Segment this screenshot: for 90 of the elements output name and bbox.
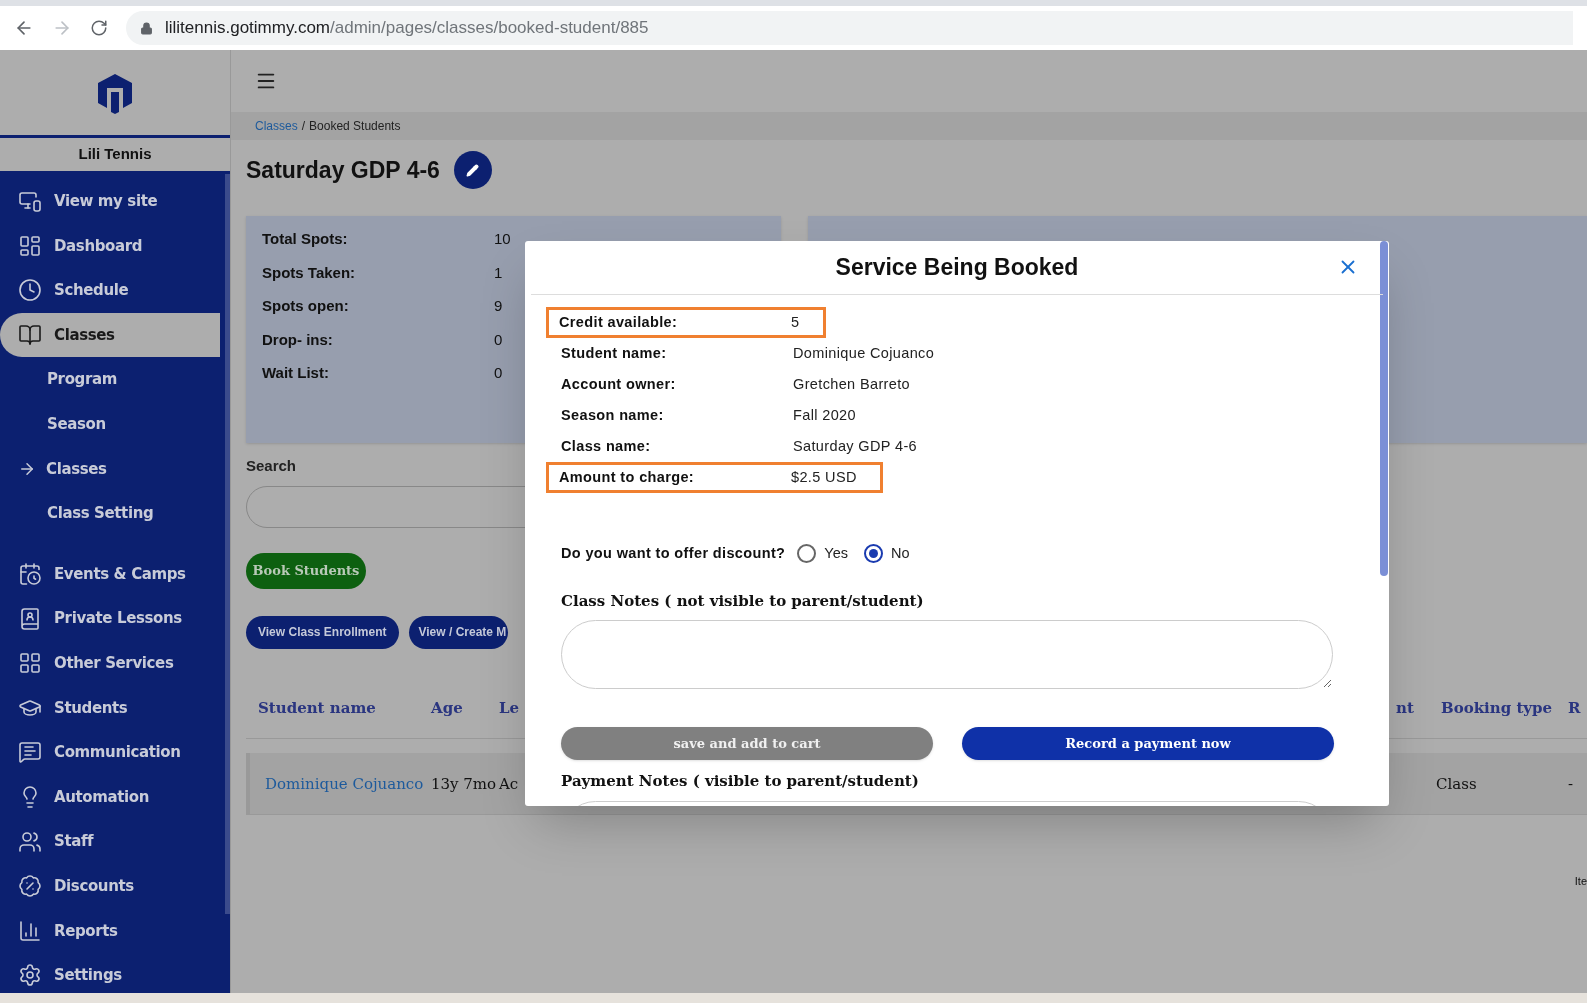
detail-label: Credit available:: [559, 312, 679, 332]
logo-icon: [95, 71, 135, 114]
view-button[interactable]: View Class Enrollment: [246, 615, 399, 649]
sidebar-item[interactable]: Dashboard: [0, 223, 225, 269]
calendar-icon: [18, 562, 42, 587]
people-icon: [18, 829, 42, 854]
clock-icon: [18, 278, 42, 303]
scrollbar[interactable]: [1380, 241, 1388, 576]
modal-title: Service Being Booked: [835, 253, 1079, 283]
detail-value: Fall 2020: [793, 405, 856, 425]
radio-button[interactable]: [864, 544, 883, 564]
sidebar-item[interactable]: Automation: [0, 774, 225, 820]
stat-label: Spots open:: [262, 296, 350, 316]
column-header: Le: [499, 697, 520, 719]
detail-value: Saturday GDP 4-6: [793, 436, 917, 456]
stat-value: 0: [494, 363, 503, 383]
detail-label: Class name:: [561, 436, 652, 456]
radio-button[interactable]: [797, 544, 817, 564]
detail-value: $2.5 USD: [791, 467, 857, 487]
chat-icon: [18, 740, 42, 765]
sidebar-item[interactable]: Classes: [0, 446, 225, 492]
sidebar-item[interactable]: Students: [0, 685, 225, 731]
stat-value: 1: [494, 262, 503, 283]
lock-icon: [140, 21, 153, 35]
pagination-text: Ite: [1574, 873, 1587, 889]
detail-value: Dominique Cojuanco: [793, 343, 935, 363]
stat-value: 10: [494, 229, 511, 249]
sidebar-item[interactable]: Schedule: [0, 268, 225, 313]
payment-notes-label: Payment Notes ( visible to parent/student): [560, 771, 920, 793]
book-icon: [18, 606, 42, 631]
view-button[interactable]: View / Create M: [408, 615, 509, 649]
sidebar-item[interactable]: Program: [0, 357, 225, 402]
scrollbar[interactable]: [225, 174, 230, 914]
settings-icon: [18, 963, 42, 988]
sidebar-item[interactable]: Events & Camps: [0, 551, 225, 597]
column-header: Student name: [258, 697, 376, 719]
grid-icon: [18, 651, 42, 676]
url-text: lilitennis.gotimmy.com/admin/pages/classes/booked-student/885: [165, 17, 649, 40]
column-header: nt: [1396, 697, 1414, 719]
detail-value: 5: [791, 312, 800, 332]
pencil-icon: [466, 163, 480, 177]
sidebar-item[interactable]: Class Setting: [0, 491, 225, 536]
reload-icon[interactable]: [90, 19, 108, 37]
address-bar[interactable]: lilitennis.gotimmy.com/admin/pages/classes/booked-student/885: [126, 11, 1573, 45]
search-label: Search: [246, 456, 297, 476]
dashboard-icon: [18, 233, 42, 258]
sidebar-item[interactable]: Reports: [0, 908, 225, 954]
detail-label: Amount to charge:: [559, 467, 696, 487]
class-notes-field[interactable]: [561, 620, 1333, 690]
radio-option[interactable]: Yes: [797, 543, 848, 565]
table-cell-text: -: [1568, 773, 1574, 795]
sidebar-item[interactable]: Other Services: [0, 640, 225, 686]
radio-option[interactable]: No: [864, 543, 910, 565]
detail-label: Account owner:: [561, 374, 677, 394]
table-cell-text: 13y 7mo: [431, 773, 497, 795]
sidebar-item[interactable]: Discounts: [0, 863, 225, 909]
table-cell-text: Ac: [499, 773, 519, 795]
page-title: Saturday GDP 4-6: [246, 155, 440, 185]
sidebar-item[interactable]: Staff: [0, 819, 225, 864]
stat-value: 0: [494, 329, 503, 350]
stat-label: Drop- ins:: [262, 329, 334, 350]
sidebar-item[interactable]: Classes: [0, 312, 220, 358]
stat-label: Total Spots:: [262, 229, 349, 249]
detail-label: Season name:: [561, 405, 665, 425]
column-header: R: [1568, 697, 1581, 719]
discount-question: Do you want to offer discount?: [561, 544, 786, 563]
stat-label: Spots Taken:: [262, 262, 357, 283]
breadcrumb-current: Booked Students: [309, 118, 401, 135]
stat-label: Wait List:: [262, 363, 330, 383]
chart-icon: [18, 918, 42, 943]
column-header: Booking type: [1441, 697, 1553, 719]
detail-value: Gretchen Barreto: [793, 374, 911, 394]
brand-name: Lili Tennis: [78, 144, 152, 165]
detail-label: Student name:: [561, 343, 668, 363]
book-students-button[interactable]: Book Students: [246, 552, 366, 589]
column-header: Age: [431, 697, 463, 719]
breadcrumb-separator: /: [301, 118, 306, 135]
sidebar-item[interactable]: Settings: [0, 953, 225, 993]
edit-button[interactable]: [453, 151, 492, 189]
sidebar-item[interactable]: View my site: [0, 179, 225, 224]
table-cell-text: Class: [1436, 773, 1477, 795]
monitor-icon: [18, 189, 42, 214]
sidebar-item[interactable]: Communication: [0, 730, 225, 775]
book-icon: [18, 323, 42, 348]
sidebar-item[interactable]: Season: [0, 401, 225, 447]
sidebar-item[interactable]: Private Lessons: [0, 596, 225, 641]
class-notes-label: Class Notes ( not visible to parent/student): [560, 590, 925, 612]
record-payment-button[interactable]: Record a payment now: [962, 727, 1334, 761]
percent-icon: [18, 874, 42, 899]
stat-value: 9: [494, 296, 503, 316]
